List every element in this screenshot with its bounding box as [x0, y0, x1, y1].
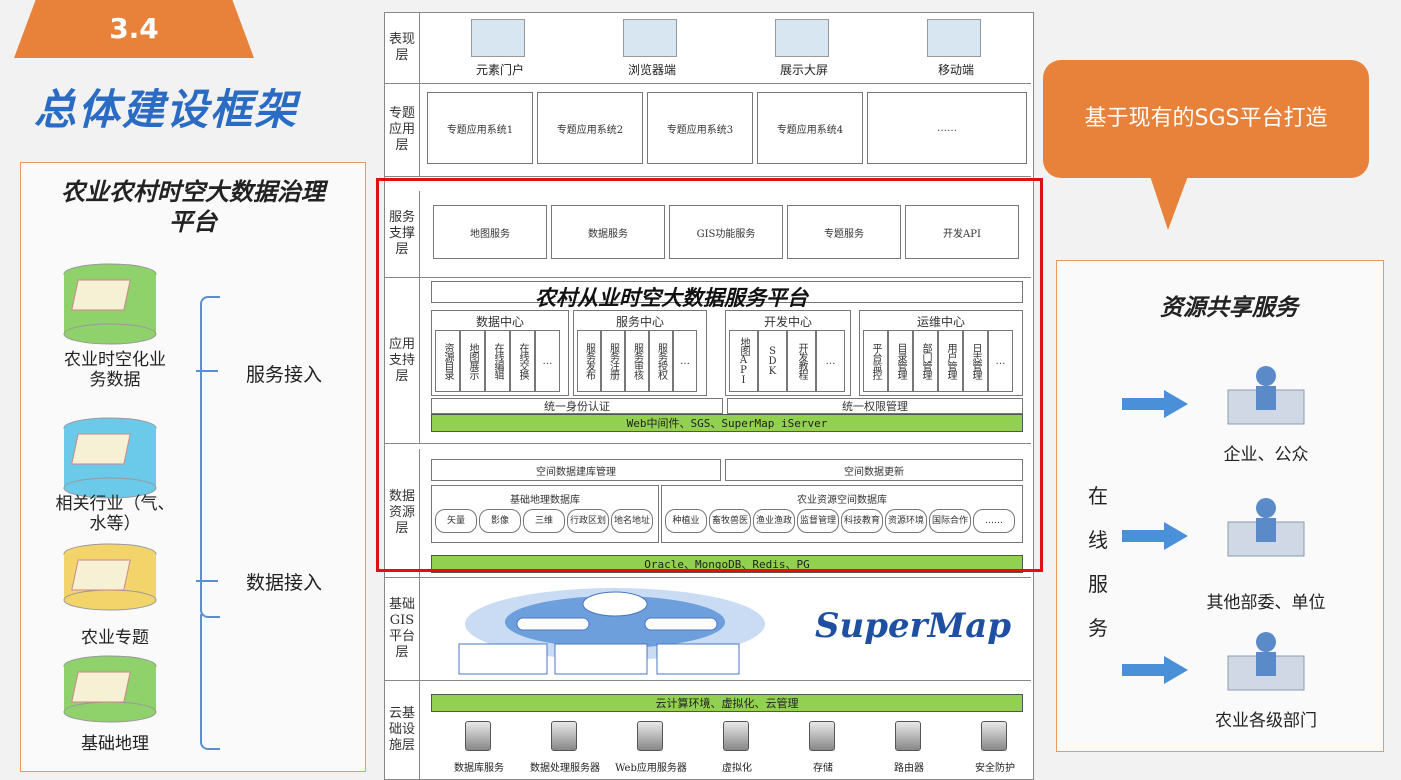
infra-item: 存储 — [813, 763, 833, 774]
cloud-infra-layer-label: 云基础设施层 — [385, 681, 420, 779]
supermap-architecture-graphic — [458, 588, 765, 675]
right-arrow-icon — [1122, 522, 1188, 554]
topic-app-layer-label: 专题应用层 — [385, 84, 420, 176]
brace-bottom — [200, 614, 220, 750]
server-icon — [981, 721, 1007, 751]
right-target-label: 企业、公众 — [1223, 445, 1309, 465]
data-access-label: 数据接入 — [246, 572, 323, 594]
topic-app-system: …… — [867, 92, 1027, 164]
database-map-icon — [60, 542, 160, 612]
highlight-frame — [376, 178, 1043, 572]
callout-bubble: 基于现有的SGS平台打造 — [1043, 60, 1369, 178]
database-map-icon — [60, 416, 160, 502]
presentation-item: 展示大屏 — [779, 63, 828, 77]
infra-item: 路由器 — [894, 763, 924, 774]
right-target-label: 其他部委、单位 — [1206, 593, 1326, 613]
presentation-icon — [775, 19, 829, 57]
right-arrow-icon — [1122, 390, 1188, 422]
cloud-infra-layer: 云基础设施层 云计算环境、虚拟化、云管理 数据库服务 数据处理服务器 Web应用服务… — [385, 681, 1031, 779]
topic-app-layer: 专题应用层 专题应用系统1 专题应用系统2 专题应用系统3 专题应用系统4…… — [385, 84, 1031, 177]
server-icon — [551, 721, 577, 751]
server-room-icon — [1222, 492, 1310, 564]
topic-app-system: 专题应用系统4 — [757, 92, 863, 164]
presentation-item: 元素门户 — [475, 63, 524, 77]
right-panel-title: 资源共享服务 — [1160, 295, 1298, 321]
server-icon — [723, 721, 749, 751]
left-panel-title-line2: 平台 — [169, 208, 217, 236]
service-access-label: 服务接入 — [246, 364, 323, 386]
desk-worker-icon — [1222, 626, 1310, 698]
server-icon — [895, 721, 921, 751]
left-item-label: 农业时空化业 务数据 — [64, 350, 166, 390]
topic-app-system: 专题应用系统1 — [427, 92, 533, 164]
infra-item: 数据处理服务器 — [530, 763, 600, 774]
cloud-env-bar: 云计算环境、虚拟化、云管理 — [431, 694, 1023, 712]
section-number: 3.4 — [109, 12, 159, 45]
left-panel-title-line1: 农业农村时空大数据治理 — [61, 178, 325, 206]
presentation-layer: 表现层 元素门户 浏览器端 展示大屏 移动端 — [385, 13, 1031, 84]
server-icon — [637, 721, 663, 751]
presentation-layer-label: 表现层 — [385, 13, 420, 83]
topic-app-system: 专题应用系统3 — [647, 92, 753, 164]
left-item-label: 农业专题 — [81, 628, 149, 648]
presentation-icon — [927, 19, 981, 57]
presentation-item: 浏览器端 — [627, 63, 676, 77]
online-service-char: 务 — [1088, 616, 1108, 640]
online-service-char: 在 — [1088, 484, 1108, 508]
section-badge: 3.4 — [14, 0, 254, 58]
callout-pointer — [1150, 176, 1188, 230]
page-title: 总体建设框架 — [34, 85, 299, 134]
presentation-icon — [471, 19, 525, 57]
online-service-char: 线 — [1088, 528, 1108, 552]
brace-top — [200, 296, 220, 618]
server-icon — [465, 721, 491, 751]
online-service-char: 服 — [1088, 572, 1108, 596]
infra-item: Web应用服务器 — [615, 763, 687, 774]
infra-item: 安全防护 — [975, 763, 1015, 774]
left-item-label: 相关行业（气、 水等） — [55, 494, 175, 534]
database-map-icon — [60, 262, 160, 348]
server-icon — [809, 721, 835, 751]
presentation-icon — [623, 19, 677, 57]
left-item-label: 基础地理 — [81, 734, 149, 754]
brace-tick-1 — [196, 370, 218, 372]
infra-item: 虚拟化 — [722, 763, 752, 774]
office-worker-icon — [1222, 360, 1310, 432]
topic-app-system: 专题应用系统2 — [537, 92, 643, 164]
database-map-icon — [60, 654, 160, 724]
base-gis-layer: 基础GIS平台层 SuperMap — [385, 578, 1031, 681]
supermap-logo: SuperMap — [815, 606, 1012, 646]
right-target-label: 农业各级部门 — [1215, 711, 1317, 731]
base-gis-layer-label: 基础GIS平台层 — [385, 578, 420, 680]
right-arrow-icon — [1122, 656, 1188, 688]
presentation-item: 移动端 — [937, 63, 974, 77]
callout-text: 基于现有的SGS平台打造 — [1084, 106, 1328, 131]
brace-tick-2 — [196, 580, 218, 582]
infra-item: 数据库服务 — [454, 763, 504, 774]
